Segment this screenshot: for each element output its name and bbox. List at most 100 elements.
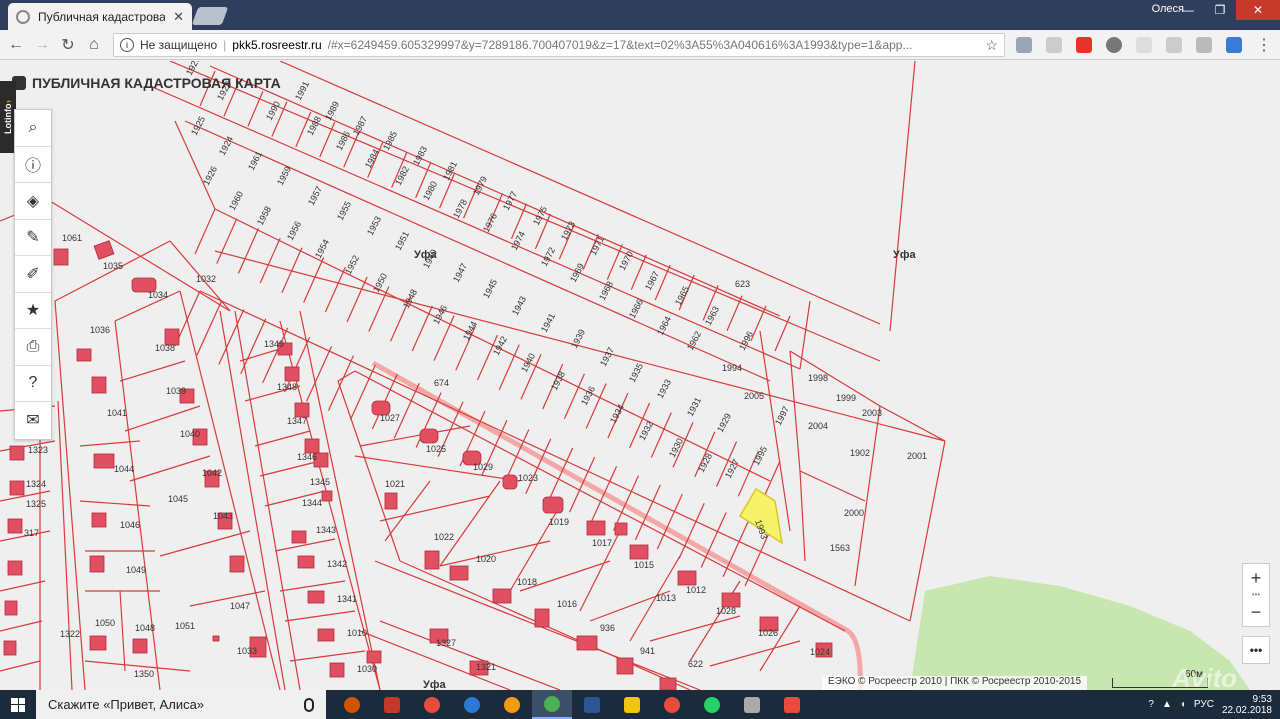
clock[interactable]: 9:53 22.02.2018	[1222, 694, 1272, 716]
parcel-label: 1349	[264, 339, 284, 349]
parcel-label: 1013	[656, 593, 676, 603]
extension-icon[interactable]	[1196, 37, 1212, 53]
info-icon[interactable]: ⓘ	[15, 147, 51, 183]
browser-tab[interactable]: Публичная кадастровая ✕	[8, 3, 192, 30]
close-tab-icon[interactable]: ✕	[173, 9, 184, 25]
parcel-label: 1350	[134, 669, 154, 679]
parcel-label: 936	[600, 623, 615, 633]
taskbar-app[interactable]	[492, 690, 532, 719]
maximize-icon[interactable]: ❐	[1204, 0, 1236, 20]
pencil-icon[interactable]: ✎	[15, 220, 51, 256]
parcel-label: 1948	[401, 288, 419, 310]
map-attribution: ЕЭКО © Росреестр 2010 | ПКК © Росреестр …	[822, 676, 1088, 690]
parcel-label: 1038	[155, 343, 175, 353]
taskbar-app[interactable]	[732, 690, 772, 719]
taskbar-app[interactable]	[652, 690, 692, 719]
taskbar-search[interactable]: Скажите «Привет, Алиса»	[36, 690, 326, 719]
extension-icon[interactable]	[1046, 37, 1062, 53]
parcel-label: 1928	[696, 452, 714, 474]
more-button[interactable]: •••	[1242, 636, 1270, 664]
network-icon[interactable]: ▲	[1162, 699, 1172, 710]
new-tab-button[interactable]	[191, 7, 229, 25]
extension-icon[interactable]	[1226, 37, 1242, 53]
info-icon[interactable]: i	[120, 38, 134, 52]
reload-icon[interactable]: ↻	[58, 35, 78, 55]
menu-kebab-icon[interactable]: ⋮	[1254, 35, 1274, 55]
parcel-label: 1982	[393, 165, 411, 187]
address-bar[interactable]: i Не защищено | pkk5.rosreestr.ru /#x=62…	[113, 33, 1005, 57]
extension-icon[interactable]	[1016, 37, 1032, 53]
avito-watermark: Avito	[1172, 663, 1237, 690]
start-button[interactable]	[0, 690, 36, 719]
back-icon[interactable]: ←	[6, 35, 26, 55]
forward-icon[interactable]: →	[32, 35, 52, 55]
lotinfo-label: Lotinfo	[3, 103, 13, 134]
taskbar-app[interactable]	[372, 690, 412, 719]
parcel-label: 1972	[539, 246, 557, 268]
taskbar-app[interactable]	[612, 690, 652, 719]
parcel-label: 1953	[365, 215, 383, 237]
extension-icon[interactable]	[1076, 37, 1092, 53]
taskbar-app[interactable]	[452, 690, 492, 719]
cadastral-map[interactable]: 1921 1923 1991 1989 1987 1985 1983 1981 1979 1977…	[0, 61, 1280, 690]
close-window-icon[interactable]: ✕	[1236, 0, 1280, 20]
clock-time: 9:53	[1252, 693, 1272, 705]
minimize-icon[interactable]: —	[1172, 0, 1204, 20]
parcel-label: 1979	[471, 175, 489, 197]
windows-taskbar: Скажите «Привет, Алиса» ? ▲ ◖ РУС 9:53 2…	[0, 690, 1280, 719]
help-icon[interactable]: ?	[1148, 699, 1154, 710]
taskbar-apps	[332, 690, 812, 719]
tab-title: Публичная кадастровая	[38, 9, 166, 24]
search-icon[interactable]: ⌕	[15, 110, 51, 147]
help-icon[interactable]: ?	[15, 366, 51, 402]
parcel-label: 1999	[836, 393, 856, 403]
parcel-label: 1045	[168, 494, 188, 504]
taskbar-app[interactable]	[692, 690, 732, 719]
separator: |	[223, 38, 227, 52]
star-icon[interactable]: ★	[15, 293, 51, 329]
home-icon[interactable]: ⌂	[84, 35, 104, 55]
map-canvas[interactable]: 19211923 19911989198719851983198119791977…	[0, 61, 1280, 690]
parcel-label: 1344	[302, 498, 322, 508]
extension-icon[interactable]	[1106, 37, 1122, 53]
city-label: Уфа	[414, 249, 437, 261]
parcel-label: 1971	[588, 235, 606, 257]
parcel-label: 1042	[202, 468, 222, 478]
parcel-label: 1952	[343, 254, 361, 276]
taskbar-app[interactable]	[412, 690, 452, 719]
parcel-label: 1976	[481, 212, 499, 234]
parcel-label: 1978	[451, 198, 469, 220]
taskbar-app[interactable]	[572, 690, 612, 719]
mail-icon[interactable]: ✉	[15, 402, 51, 439]
taskbar-app[interactable]	[772, 690, 812, 719]
parcel-label: 1032	[196, 274, 216, 284]
zoom-in-button[interactable]: +	[1243, 564, 1269, 592]
browser-toolbar: ← → ↻ ⌂ i Не защищено | pkk5.rosreestr.r…	[0, 30, 1280, 60]
extension-icon[interactable]	[1136, 37, 1152, 53]
parcel-label: 1048	[135, 623, 155, 633]
parcel-label: 1945	[481, 278, 499, 300]
microphone-icon[interactable]	[304, 697, 314, 712]
language-indicator[interactable]: РУС	[1194, 699, 1214, 710]
volume-icon[interactable]: ◖	[1180, 699, 1186, 710]
extension-icon[interactable]	[1166, 37, 1182, 53]
parcel-label: 1940	[519, 352, 537, 374]
print-icon[interactable]: ⎙	[15, 329, 51, 366]
parcel-label: 1944	[461, 320, 479, 342]
parcel-label: 1924	[217, 135, 235, 157]
parcel-label: 1987	[351, 115, 369, 137]
layers-icon[interactable]: ◈	[15, 183, 51, 220]
parcel-label: 2003	[862, 408, 882, 418]
zoom-out-button[interactable]: −	[1243, 598, 1269, 626]
parcel-label: 1983	[411, 145, 429, 167]
parcel-label: 1026	[758, 628, 778, 638]
bookmark-star-icon[interactable]: ☆	[985, 37, 998, 54]
windows-logo-icon	[11, 697, 25, 712]
parcel-label: 1348	[277, 382, 297, 392]
measure-icon[interactable]: ✐	[15, 256, 51, 293]
parcel-label: 1951	[393, 230, 411, 252]
taskbar-app[interactable]	[332, 690, 372, 719]
parcel-label: 1936	[579, 385, 597, 407]
taskbar-app[interactable]	[532, 690, 572, 719]
parcel-label: 2001	[907, 451, 927, 461]
